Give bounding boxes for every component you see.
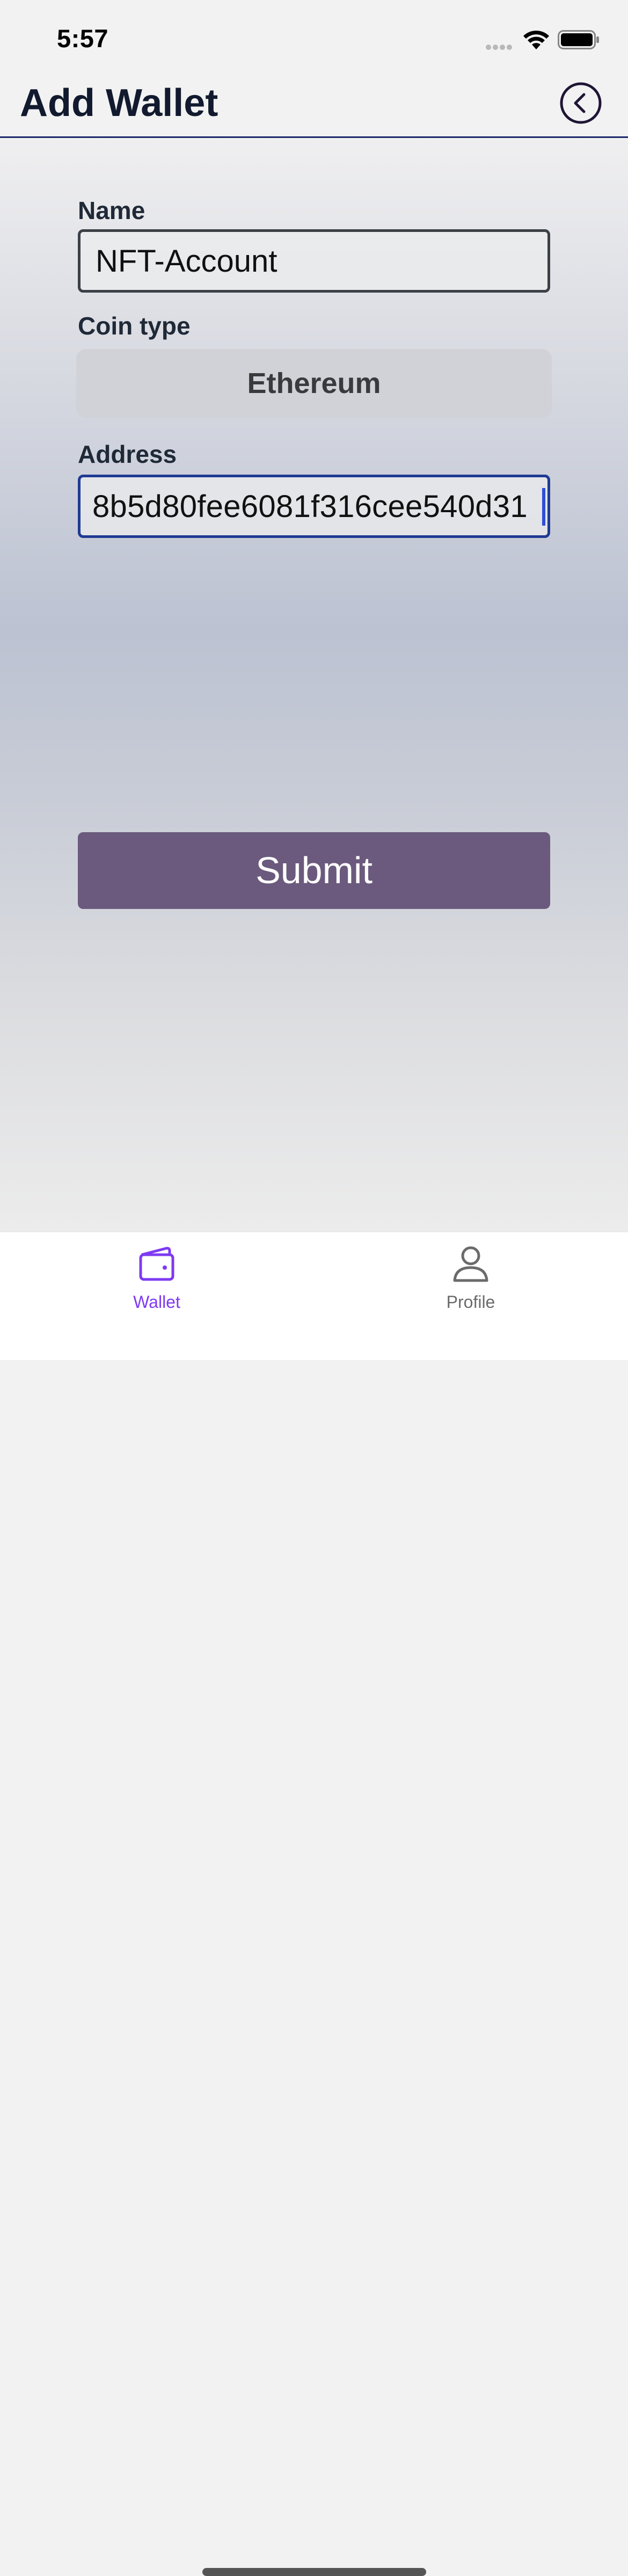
tab-wallet[interactable]: Wallet	[103, 1243, 210, 1312]
back-button[interactable]	[559, 82, 602, 125]
tab-profile[interactable]: Profile	[417, 1243, 524, 1312]
address-value: 8b5d80fee6081f316cee540d31	[92, 489, 528, 524]
person-icon	[453, 1246, 488, 1282]
page-title: Add Wallet	[20, 82, 218, 125]
wifi-icon	[523, 31, 549, 49]
text-caret	[542, 488, 545, 526]
address-label: Address	[78, 440, 177, 468]
tab-bar: Wallet Profile	[0, 1232, 628, 2576]
address-input[interactable]: 8b5d80fee6081f316cee540d31	[78, 475, 550, 538]
cellular-signal-icon	[486, 43, 514, 53]
wallet-icon	[139, 1247, 174, 1281]
battery-icon	[558, 30, 599, 49]
chevron-left-circle-icon	[560, 82, 602, 124]
status-time: 5:57	[57, 24, 109, 53]
add-wallet-form: Name NFT-Account Coin type Ethereum Addr…	[0, 138, 628, 1232]
name-input[interactable]: NFT-Account	[78, 229, 550, 293]
coin-type-label: Coin type	[78, 312, 191, 340]
tab-profile-label: Profile	[446, 1292, 495, 1312]
status-bar: 5:57	[0, 0, 628, 81]
submit-button[interactable]: Submit	[78, 832, 550, 909]
tab-wallet-label: Wallet	[133, 1292, 180, 1312]
header: Add Wallet	[0, 81, 628, 138]
coin-type-select[interactable]: Ethereum	[76, 349, 552, 418]
home-indicator[interactable]	[202, 2568, 426, 2576]
name-label: Name	[78, 197, 145, 224]
